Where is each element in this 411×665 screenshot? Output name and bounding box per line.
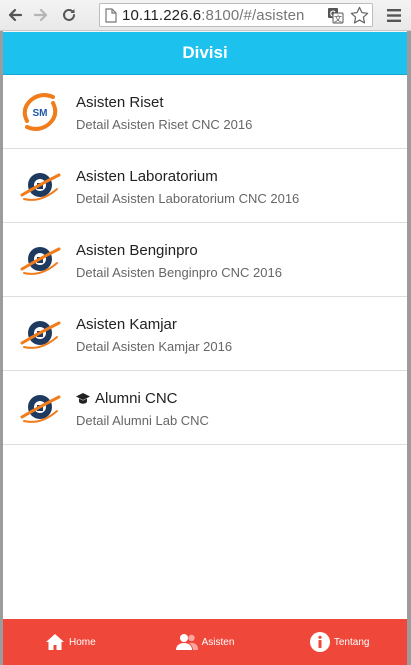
- forward-button[interactable]: [30, 4, 52, 26]
- url-host: 10.11.226.6: [122, 6, 202, 24]
- division-list: SM Asisten Riset Detail Asisten Riset CN…: [3, 75, 407, 619]
- address-bar-actions: G 文: [324, 4, 372, 26]
- tab-label: Asisten: [201, 636, 235, 648]
- url-text: 10.11.226.6:8100/#/asisten: [122, 7, 304, 24]
- item-name: Asisten Riset: [76, 94, 164, 111]
- app-header-bar: Divisi: [3, 32, 407, 75]
- tab-label: Home: [68, 636, 96, 648]
- page-title: Divisi: [182, 43, 228, 62]
- list-item-asisten-riset[interactable]: SM Asisten Riset Detail Asisten Riset CN…: [3, 75, 407, 149]
- list-item-asisten-laboratorium[interactable]: Asisten Laboratorium Detail Asisten Labo…: [3, 149, 407, 223]
- people-icon: [175, 633, 198, 651]
- back-button[interactable]: [4, 4, 26, 26]
- reload-button[interactable]: [58, 4, 80, 26]
- list-item-asisten-kamjar[interactable]: Asisten Kamjar Detail Asisten Kamjar 201…: [3, 297, 407, 371]
- item-detail: Detail Asisten Kamjar 2016: [76, 339, 233, 354]
- cnc-logo-icon: [20, 247, 61, 275]
- cnc-logo-icon: [20, 321, 61, 349]
- page-icon: [105, 7, 117, 23]
- item-name: Asisten Laboratorium: [76, 168, 218, 185]
- bookmark-star-icon[interactable]: [350, 6, 369, 25]
- bottom-tab-bar: Home Asisten Tentang: [3, 619, 407, 665]
- window-frame-right: [407, 31, 411, 665]
- item-name: Asisten Benginpro: [76, 242, 198, 259]
- list-item-alumni-cnc[interactable]: Alumni CNC Detail Alumni Lab CNC: [3, 371, 407, 445]
- cnc-logo-icon: [20, 173, 61, 201]
- item-detail: Detail Alumni Lab CNC: [76, 413, 209, 428]
- translate-icon[interactable]: G 文: [327, 7, 344, 24]
- list-item-asisten-benginpro[interactable]: Asisten Benginpro Detail Asisten Benginp…: [3, 223, 407, 297]
- svg-text:文: 文: [334, 13, 342, 23]
- home-icon: [45, 633, 65, 651]
- forward-arrow-icon: [33, 8, 48, 22]
- info-icon: [309, 632, 330, 652]
- back-arrow-icon: [8, 8, 23, 22]
- item-detail: Detail Asisten Riset CNC 2016: [76, 117, 253, 132]
- browser-toolbar: 10.11.226.6:8100/#/asisten G 文: [0, 0, 411, 31]
- cnc-logo-icon: [20, 395, 61, 423]
- address-bar[interactable]: 10.11.226.6:8100/#/asisten G 文: [99, 3, 373, 27]
- svg-text:SM: SM: [33, 108, 48, 119]
- tab-asisten[interactable]: Asisten: [138, 619, 273, 665]
- tab-tentang[interactable]: Tentang: [272, 619, 407, 665]
- tab-label: Tentang: [333, 636, 370, 648]
- item-detail: Detail Asisten Benginpro CNC 2016: [76, 265, 282, 280]
- reload-icon: [63, 8, 75, 21]
- graduation-cap-icon: [76, 393, 90, 404]
- tab-home[interactable]: Home: [3, 619, 138, 665]
- browser-menu-button[interactable]: [383, 5, 405, 25]
- item-detail: Detail Asisten Laboratorium CNC 2016: [76, 191, 300, 206]
- url-path: :8100/#/asisten: [201, 6, 305, 24]
- riset-logo-icon: SM: [22, 93, 58, 131]
- item-name-wrapper: Alumni CNC: [76, 390, 178, 407]
- hamburger-menu-icon: [387, 8, 401, 22]
- item-name: Alumni CNC: [95, 390, 178, 407]
- item-name: Asisten Kamjar: [76, 316, 177, 333]
